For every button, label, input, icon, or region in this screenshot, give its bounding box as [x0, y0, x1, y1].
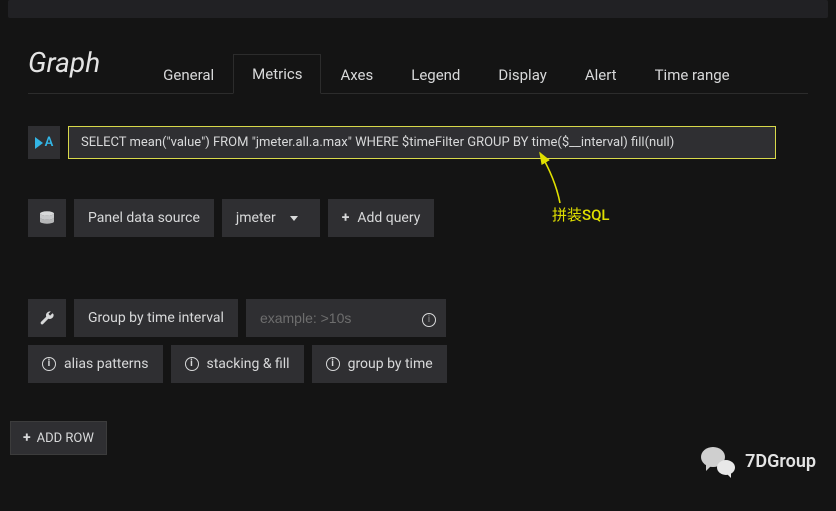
datasource-value: jmeter	[236, 210, 276, 226]
tab-alert[interactable]: Alert	[566, 55, 636, 94]
top-panel-bar	[8, 0, 828, 18]
caret-right-icon	[35, 137, 43, 149]
interval-label: Group by time interval	[74, 299, 238, 337]
watermark-text: 7DGroup	[745, 451, 816, 472]
database-icon	[39, 211, 55, 225]
metrics-section: A SELECT mean("value") FROM "jmeter.all.…	[28, 94, 808, 383]
add-query-label: Add query	[357, 210, 420, 226]
help-group-by-time[interactable]: i group by time	[312, 345, 447, 383]
settings-icon-box[interactable]	[28, 299, 66, 337]
query-toggle[interactable]: A	[28, 126, 60, 159]
datasource-icon-box	[28, 199, 66, 237]
tab-axes[interactable]: Axes	[321, 55, 392, 94]
info-icon: i	[326, 357, 340, 371]
wrench-icon	[40, 311, 54, 325]
add-row-label: ADD ROW	[37, 431, 94, 446]
info-icon: i	[42, 357, 56, 371]
query-sql-editor[interactable]: SELECT mean("value") FROM "jmeter.all.a.…	[68, 126, 776, 159]
info-icon: i	[185, 357, 199, 371]
add-row-button[interactable]: + ADD ROW	[10, 421, 107, 455]
interval-input[interactable]	[246, 299, 446, 337]
tab-general[interactable]: General	[144, 55, 233, 94]
interval-row: Group by time interval i	[28, 299, 808, 337]
tab-time-range[interactable]: Time range	[636, 55, 749, 94]
tab-display[interactable]: Display	[479, 55, 565, 94]
help-stacking-label: stacking & fill	[207, 356, 290, 372]
chevron-down-icon	[290, 216, 298, 221]
query-letter: A	[45, 135, 54, 150]
help-alias-label: alias patterns	[64, 356, 149, 372]
datasource-row: Panel data source jmeter + Add query	[28, 199, 808, 237]
watermark: 7DGroup	[701, 447, 816, 475]
help-stacking-fill[interactable]: i stacking & fill	[171, 345, 304, 383]
help-row: i alias patterns i stacking & fill i gro…	[28, 345, 808, 383]
plus-icon: +	[23, 430, 31, 446]
plus-icon: +	[342, 210, 350, 226]
datasource-selector[interactable]: jmeter	[222, 199, 320, 237]
wechat-icon	[701, 447, 735, 475]
panel-title: Graph	[28, 46, 120, 93]
annotation-text: 拼装SQL	[552, 204, 610, 225]
datasource-label: Panel data source	[74, 199, 214, 237]
editor-header: Graph General Metrics Axes Legend Displa…	[28, 46, 808, 94]
interval-input-wrap: i	[246, 299, 446, 337]
query-row: A SELECT mean("value") FROM "jmeter.all.…	[28, 126, 808, 159]
tab-metrics[interactable]: Metrics	[233, 54, 321, 94]
tab-legend[interactable]: Legend	[392, 55, 479, 94]
panel-editor: Graph General Metrics Axes Legend Displa…	[0, 18, 836, 383]
help-groupby-label: group by time	[348, 356, 433, 372]
tab-bar: General Metrics Axes Legend Display Aler…	[144, 53, 748, 93]
help-alias-patterns[interactable]: i alias patterns	[28, 345, 163, 383]
add-query-button[interactable]: + Add query	[328, 199, 435, 237]
